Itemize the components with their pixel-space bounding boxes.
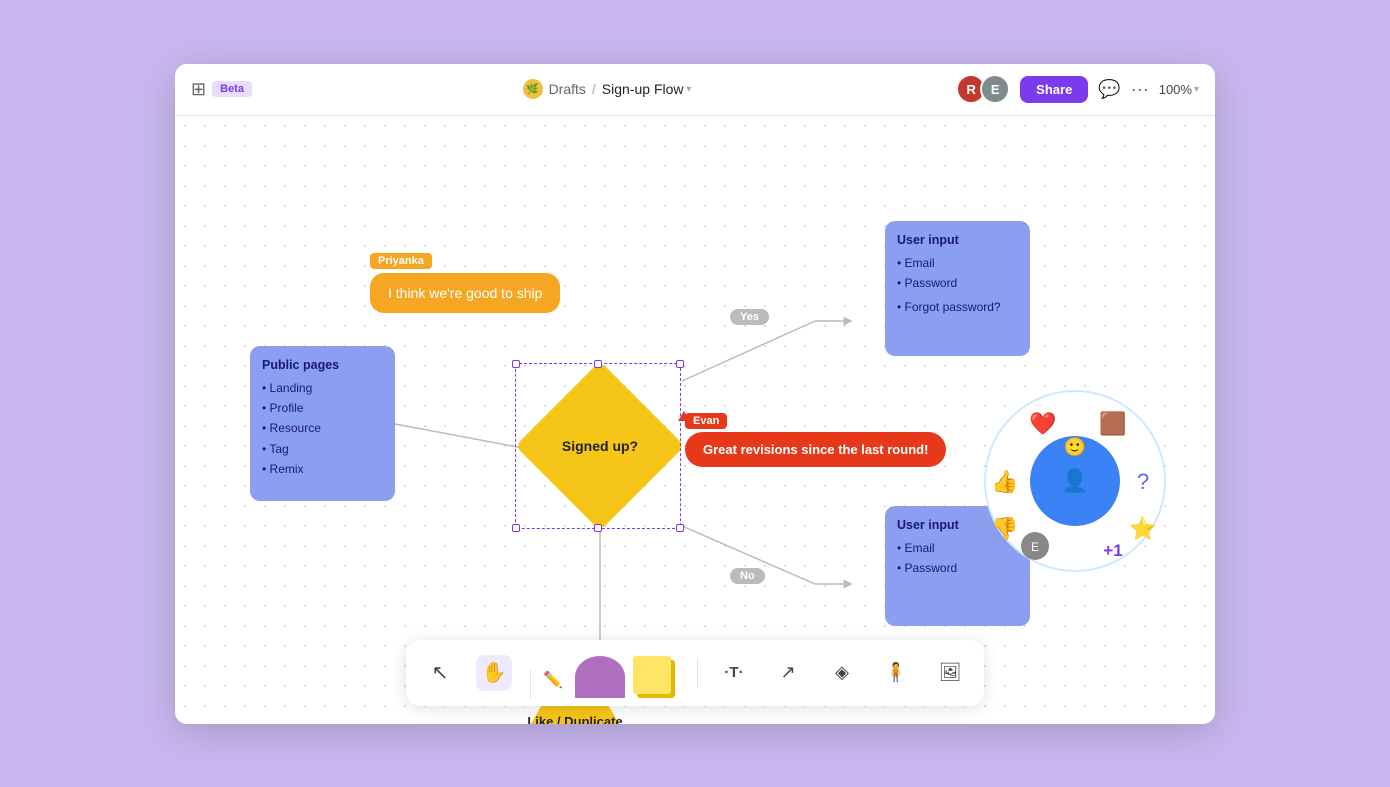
- evan-comment-text: Great revisions since the last round!: [685, 432, 946, 467]
- canvas-area[interactable]: Public pages Landing Profile Resource Ta…: [175, 116, 1215, 724]
- breadcrumb-drafts[interactable]: Drafts: [549, 81, 586, 97]
- connector-icon: ↗: [780, 662, 795, 683]
- svg-text:👍: 👍: [991, 469, 1018, 494]
- diamond-selection-border: [515, 363, 681, 529]
- stamp-tool[interactable]: 🧍: [878, 655, 914, 691]
- connector-tool[interactable]: ↗: [770, 655, 806, 691]
- list-item: Forgot password?: [897, 297, 1018, 317]
- public-pages-title: Public pages: [262, 358, 383, 372]
- shapes-tool[interactable]: ◈: [824, 655, 860, 691]
- sticky-notes-thumb[interactable]: [629, 656, 679, 698]
- selection-handle-bl[interactable]: [512, 524, 520, 532]
- list-item: Profile: [262, 398, 383, 418]
- text-icon: ·T·: [724, 664, 743, 681]
- reaction-wheel[interactable]: 👤 ❤️ 🟫 👍 🙂 ? 👎 ⭐ E +1: [975, 381, 1175, 581]
- header: ⊞ Beta 🌿 Drafts / Sign-up Flow ▾ R E Sha…: [175, 64, 1215, 116]
- svg-text:👤: 👤: [1061, 468, 1088, 493]
- public-pages-list: Landing Profile Resource Tag Remix: [262, 378, 383, 480]
- user-input-top-box: User input Email Password Forgot passwor…: [885, 221, 1030, 356]
- list-item: Resource: [262, 418, 383, 438]
- image-tool[interactable]: 🖼: [932, 655, 968, 691]
- hand-tool[interactable]: ✋: [476, 655, 512, 691]
- list-item: Password: [897, 273, 1018, 293]
- shape-tools: ✏️: [530, 648, 679, 698]
- comment-text: I think we're good to ship: [370, 273, 560, 313]
- avatar-group: R E: [962, 74, 1010, 104]
- svg-text:🟫: 🟫: [1099, 411, 1126, 436]
- share-button[interactable]: Share: [1020, 76, 1088, 103]
- avatar-user-2: E: [980, 74, 1010, 104]
- pen-icon: ✏️: [543, 670, 563, 690]
- toolbar-separator-2: [697, 659, 698, 687]
- workspace-avatar: 🌿: [523, 79, 543, 99]
- evan-author-label: Evan: [685, 413, 727, 429]
- public-pages-box: Public pages Landing Profile Resource Ta…: [250, 346, 395, 501]
- zoom-indicator[interactable]: 100% ▾: [1159, 82, 1199, 97]
- more-options-icon[interactable]: ···: [1131, 79, 1149, 100]
- selection-handle-tr[interactable]: [676, 360, 684, 368]
- header-right: R E Share 💬 ··· 100% ▾: [962, 74, 1199, 104]
- comment-author-label: Priyanka: [370, 253, 432, 269]
- text-tool[interactable]: ·T·: [716, 655, 752, 691]
- shapes-icon: ◈: [835, 662, 849, 683]
- selection-handle-tm[interactable]: [594, 360, 602, 368]
- svg-text:👎: 👎: [991, 516, 1018, 541]
- breadcrumb-separator: /: [592, 81, 596, 97]
- comment-bubble-priyanka: Priyanka I think we're good to ship: [370, 251, 560, 313]
- toolbar: ↖ ✋ ✏️ ·T·: [406, 640, 984, 706]
- list-item: Landing: [262, 378, 383, 398]
- list-item: Tag: [262, 439, 383, 459]
- svg-text:❤️: ❤️: [1029, 411, 1057, 436]
- breadcrumb-current[interactable]: Sign-up Flow ▾: [602, 81, 692, 97]
- toolbar-separator: [530, 670, 531, 698]
- svg-text:E: E: [1031, 540, 1039, 554]
- svg-text:+1: +1: [1103, 541, 1122, 560]
- triangle-label: Like / Duplicate: [527, 714, 622, 724]
- evan-comment-wrap: Evan Great revisions since the last roun…: [685, 411, 946, 467]
- image-icon: 🖼: [939, 662, 962, 683]
- canvas-window: ⊞ Beta 🌿 Drafts / Sign-up Flow ▾ R E Sha…: [175, 64, 1215, 724]
- user-input-top-list: Email Password Forgot password?: [897, 253, 1018, 318]
- svg-text:?: ?: [1137, 469, 1149, 494]
- chevron-down-icon: ▾: [1194, 84, 1199, 95]
- comment-icon[interactable]: 💬: [1098, 79, 1120, 100]
- no-label: No: [730, 568, 765, 584]
- user-input-top-title: User input: [897, 233, 1018, 247]
- circle-shape-thumb[interactable]: [575, 656, 625, 698]
- list-item: Email: [897, 253, 1018, 273]
- hand-icon: ✋: [482, 660, 507, 685]
- selection-handle-br[interactable]: [676, 524, 684, 532]
- stamp-icon: 🧍: [885, 662, 907, 683]
- cursor-icon: ↖: [432, 660, 449, 685]
- chevron-down-icon: ▾: [687, 84, 692, 95]
- svg-text:🙂: 🙂: [1064, 437, 1086, 457]
- reaction-wheel-svg: 👤 ❤️ 🟫 👍 🙂 ? 👎 ⭐ E +1: [975, 381, 1175, 581]
- list-item: Remix: [262, 459, 383, 479]
- grid-icon[interactable]: ⊞: [191, 79, 206, 100]
- pen-tool[interactable]: ✏️: [535, 662, 571, 698]
- yes-label: Yes: [730, 309, 769, 325]
- header-left: ⊞ Beta: [191, 79, 252, 100]
- beta-badge: Beta: [212, 81, 252, 97]
- header-center: 🌿 Drafts / Sign-up Flow ▾: [260, 79, 954, 99]
- selection-handle-tl[interactable]: [512, 360, 520, 368]
- selection-handle-bm[interactable]: [594, 524, 602, 532]
- cursor-tool[interactable]: ↖: [422, 655, 458, 691]
- svg-text:⭐: ⭐: [1129, 516, 1156, 541]
